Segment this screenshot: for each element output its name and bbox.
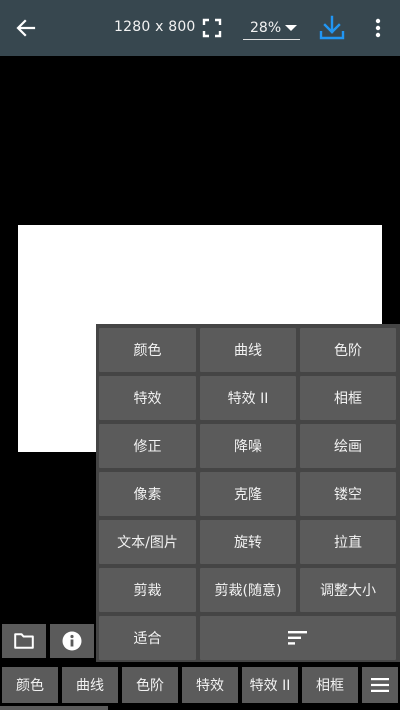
menu-item-cutout[interactable]: 镂空 xyxy=(300,472,396,516)
bottom-tab-effects-2[interactable]: 特效 II xyxy=(242,667,298,703)
effects-menu-panel: 颜色 曲线 色阶 特效 特效 II 相框 修正 降噪 绘画 像素 克隆 镂空 文… xyxy=(96,324,400,662)
more-options-button[interactable] xyxy=(364,12,392,44)
back-button[interactable] xyxy=(10,12,42,44)
bottom-tab-levels[interactable]: 色阶 xyxy=(122,667,178,703)
info-icon xyxy=(62,631,82,651)
menu-item-frame[interactable]: 相框 xyxy=(300,376,396,420)
menu-item-text-image[interactable]: 文本/图片 xyxy=(99,520,196,564)
bottom-tab-effects[interactable]: 特效 xyxy=(182,667,238,703)
top-toolbar: 1280 x 800 28% xyxy=(0,0,400,56)
image-dimensions: 1280 x 800 xyxy=(114,19,196,35)
fullscreen-button[interactable] xyxy=(198,14,226,42)
menu-item-fit[interactable]: 适合 xyxy=(99,616,196,660)
download-icon xyxy=(319,15,345,40)
menu-item-straighten[interactable]: 拉直 xyxy=(300,520,396,564)
menu-item-crop-free[interactable]: 剪裁(随意) xyxy=(200,568,296,612)
zoom-level: 28% xyxy=(250,20,282,36)
menu-item-levels[interactable]: 色阶 xyxy=(300,328,396,372)
menu-item-crop[interactable]: 剪裁 xyxy=(99,568,196,612)
menu-toggle-button[interactable] xyxy=(362,667,398,703)
menu-item-correct[interactable]: 修正 xyxy=(99,424,196,468)
menu-item-color[interactable]: 颜色 xyxy=(99,328,196,372)
folder-icon xyxy=(14,633,34,649)
menu-item-pixel[interactable]: 像素 xyxy=(99,472,196,516)
more-vertical-icon xyxy=(375,18,381,38)
menu-item-rotate[interactable]: 旋转 xyxy=(200,520,296,564)
menu-item-effects-2[interactable]: 特效 II xyxy=(200,376,296,420)
download-button[interactable] xyxy=(316,12,348,44)
menu-item-paint[interactable]: 绘画 xyxy=(300,424,396,468)
bottom-tab-color[interactable]: 颜色 xyxy=(2,667,58,703)
menu-item-curves[interactable]: 曲线 xyxy=(200,328,296,372)
zoom-dropdown[interactable]: 28% xyxy=(243,16,300,40)
bottom-tab-curves[interactable]: 曲线 xyxy=(62,667,118,703)
open-folder-button[interactable] xyxy=(2,624,46,658)
menu-item-clone[interactable]: 克隆 xyxy=(200,472,296,516)
fullscreen-icon xyxy=(202,18,222,38)
hamburger-menu-icon xyxy=(371,678,389,692)
sort-button[interactable] xyxy=(200,616,396,660)
bottom-tab-frame[interactable]: 相框 xyxy=(302,667,358,703)
menu-item-effects[interactable]: 特效 xyxy=(99,376,196,420)
info-button[interactable] xyxy=(50,624,94,658)
arrow-left-icon xyxy=(16,19,36,37)
caret-down-icon xyxy=(285,25,297,31)
menu-item-denoise[interactable]: 降噪 xyxy=(200,424,296,468)
menu-item-resize[interactable]: 调整大小 xyxy=(300,568,396,612)
sort-icon xyxy=(288,631,307,645)
horizontal-scrollbar[interactable] xyxy=(0,706,108,710)
